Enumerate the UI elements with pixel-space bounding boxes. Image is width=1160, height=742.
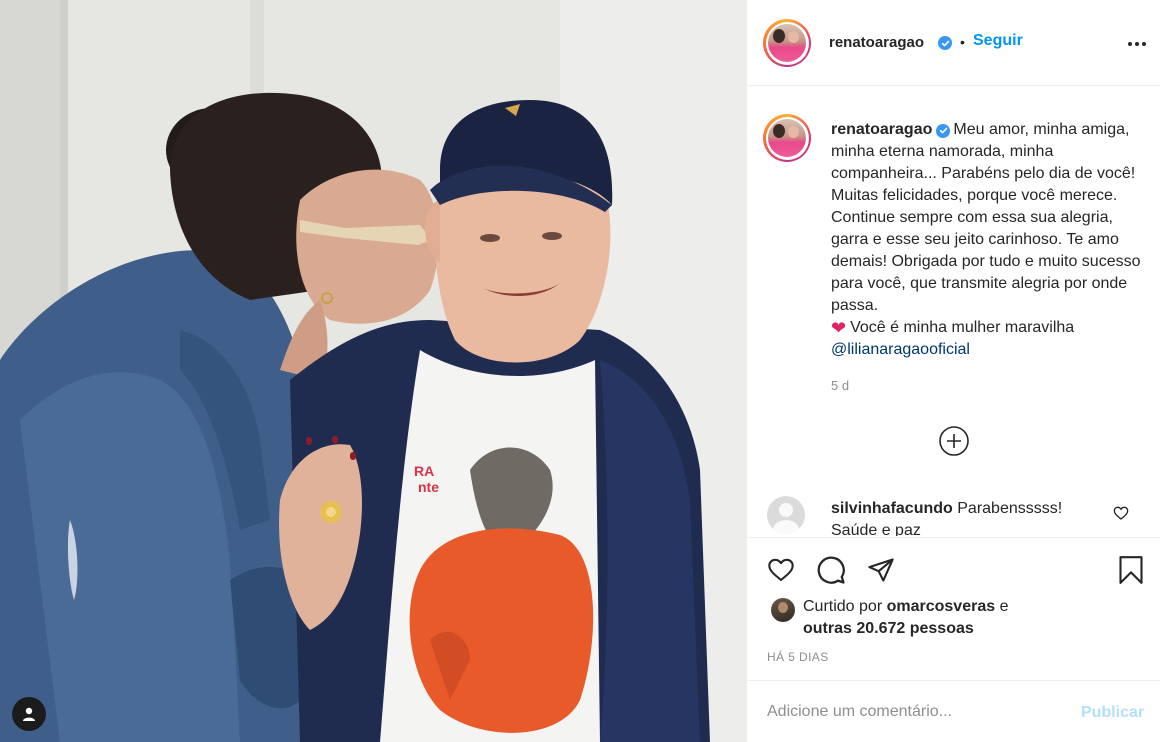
commenter-avatar[interactable] xyxy=(767,496,805,534)
paper-plane-icon xyxy=(868,558,894,582)
comment-button[interactable] xyxy=(815,554,847,586)
author-avatar[interactable] xyxy=(763,19,811,67)
save-button[interactable] xyxy=(1115,554,1147,586)
publish-button[interactable]: Publicar xyxy=(1081,704,1144,722)
likes-summary: Curtido por omarcosveras e outras 20.672… xyxy=(747,594,1160,644)
photo-illustration: RA nte xyxy=(0,0,746,742)
svg-text:RA: RA xyxy=(414,463,434,479)
verified-badge-icon xyxy=(936,123,951,138)
caption-timestamp[interactable]: 5 d xyxy=(831,378,849,393)
liker-avatar[interactable] xyxy=(771,598,795,622)
user-icon xyxy=(23,707,35,721)
post-photo[interactable]: RA nte xyxy=(0,0,746,742)
heart-outline-icon xyxy=(1113,506,1129,520)
comment-bubble-icon xyxy=(817,556,845,584)
heart-emoji-icon: ❤ xyxy=(831,318,847,338)
post-header: renatoaragao • Seguir xyxy=(747,0,1160,86)
tagged-users-button[interactable] xyxy=(12,697,46,731)
bookmark-icon xyxy=(1119,556,1143,584)
commenter-username[interactable]: silvinhafacundo xyxy=(831,500,953,517)
share-button[interactable] xyxy=(865,554,897,586)
caption-mention-link[interactable]: @lilianaragaooficial xyxy=(831,341,970,358)
verified-badge-icon xyxy=(938,36,952,50)
caption-username[interactable]: renatoaragao xyxy=(831,121,932,138)
more-options-button[interactable] xyxy=(1123,30,1151,58)
comment-body: silvinhafacundo Parabensssss! Saúde e pa… xyxy=(831,498,1101,536)
plus-circle-icon xyxy=(939,426,969,456)
follow-button[interactable]: Seguir xyxy=(973,32,1023,50)
post-date[interactable]: HÁ 5 DIAS xyxy=(767,650,829,664)
likes-prefix: Curtido por xyxy=(803,598,883,615)
comment-item: silvinhafacundo Parabensssss! Saúde e pa… xyxy=(747,488,1160,536)
comment-input[interactable] xyxy=(767,700,1067,724)
post-details-panel: renatoaragao • Seguir renatoaragao Meu am… xyxy=(746,0,1160,742)
svg-text:nte: nte xyxy=(418,479,439,495)
caption-text-after-emoji: Você é minha mulher maravilha xyxy=(850,319,1075,336)
caption-text: Meu amor, minha amiga, minha eterna namo… xyxy=(831,121,1141,314)
post-action-bar xyxy=(747,537,1160,597)
author-username[interactable]: renatoaragao xyxy=(829,34,924,51)
separator-dot: • xyxy=(960,34,965,50)
more-horizontal-icon xyxy=(1128,42,1146,46)
likes-text[interactable]: Curtido por omarcosveras e outras 20.672… xyxy=(803,596,1143,640)
heart-outline-icon xyxy=(768,558,794,581)
comment-like-button[interactable] xyxy=(1113,505,1129,521)
load-more-comments-button[interactable] xyxy=(938,425,970,457)
liker-username[interactable]: omarcosveras xyxy=(887,598,996,615)
caption-avatar[interactable] xyxy=(763,114,811,162)
add-comment-form: Publicar xyxy=(747,680,1160,742)
likes-count-others[interactable]: outras 20.672 pessoas xyxy=(803,620,974,637)
likes-conjunction: e xyxy=(999,598,1009,615)
like-button[interactable] xyxy=(765,554,797,586)
post-caption: renatoaragao Meu amor, minha amiga, minha… xyxy=(831,119,1141,361)
